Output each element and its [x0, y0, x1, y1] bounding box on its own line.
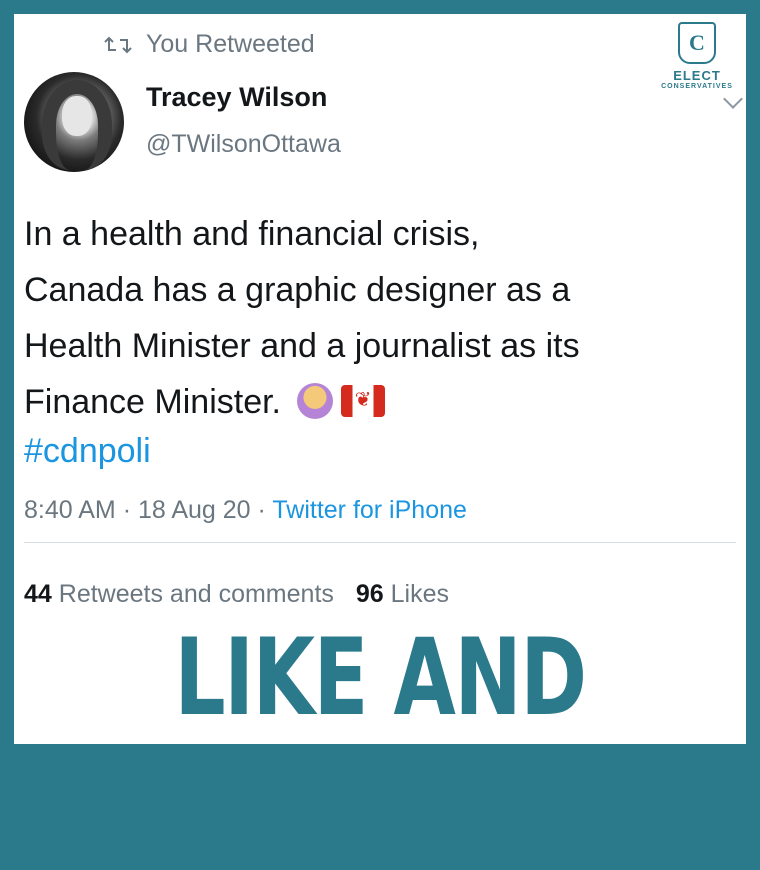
- hashtag-link[interactable]: #cdnpoli: [24, 432, 151, 471]
- likes-count: 96: [355, 580, 384, 608]
- retweet-indicator: You Retweeted: [104, 30, 315, 59]
- likes-stat[interactable]: 96 Likes: [356, 580, 449, 608]
- divider: [24, 542, 736, 543]
- tweet-line: In a health and financial crisis,: [24, 215, 480, 253]
- tweet-text: In a health and financial crisis, Canada…: [24, 206, 734, 430]
- tweet-stats: 44 Retweets and comments 96 Likes: [24, 580, 449, 609]
- tweet-line-last: Finance Minister.: [24, 374, 734, 430]
- elect-conservatives-logo: C ELECT CONSERVATIVES: [660, 22, 734, 110]
- tweet-time: 8:40 AM: [24, 496, 116, 524]
- retweet-label: You Retweeted: [146, 30, 315, 58]
- retweets-stat[interactable]: 44 Retweets and comments: [24, 580, 334, 608]
- tweet-line: Health Minister and a journalist as its: [24, 327, 580, 365]
- call-to-action-banner: LIKE AND SHARE: [174, 616, 587, 867]
- likes-label: Likes: [390, 580, 450, 608]
- tweet-meta: 8:40 AM · 18 Aug 20 · Twitter for iPhone: [24, 496, 467, 525]
- tweet-date: 18 Aug 20: [137, 496, 251, 524]
- tweet-line: Canada has a graphic designer as a: [24, 271, 571, 309]
- author-handle[interactable]: @TWilsonOttawa: [146, 130, 341, 159]
- canada-flag-icon: [341, 385, 385, 417]
- logo-badge: C: [678, 22, 716, 64]
- meta-separator: ·: [257, 496, 266, 524]
- retweets-count: 44: [24, 580, 52, 608]
- author-display-name[interactable]: Tracey Wilson: [146, 82, 327, 113]
- retweet-icon: [104, 36, 132, 53]
- avatar[interactable]: [24, 72, 124, 172]
- tweet-source-link[interactable]: Twitter for iPhone: [272, 496, 467, 524]
- tweet-card: You Retweeted Tracey Wilson @TWilsonOtta…: [14, 14, 746, 867]
- logo-conservatives-text: CONSERVATIVES: [661, 83, 733, 90]
- tweet-line: Finance Minister.: [24, 383, 281, 421]
- retweets-label: Retweets and comments: [58, 580, 334, 608]
- meta-separator: ·: [122, 496, 132, 524]
- logo-elect-text: ELECT: [673, 68, 721, 83]
- woman-facepalming-icon: [297, 383, 333, 419]
